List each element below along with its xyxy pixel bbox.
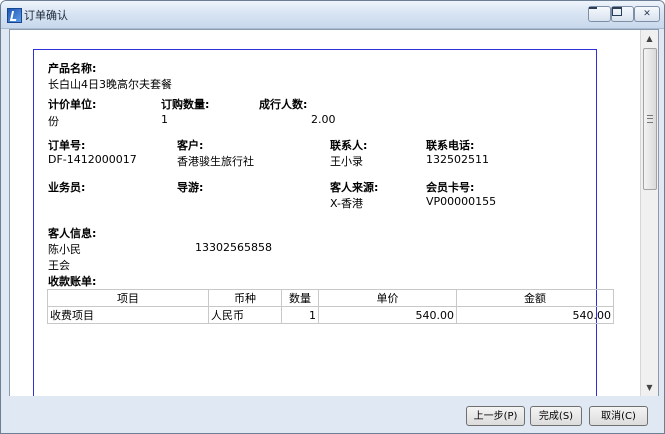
grip-icon [647,115,653,123]
column-header: 单价 [318,289,457,307]
window-title: 订单确认 [24,9,68,22]
order-page [33,49,597,397]
guest-phone: 13302565858 [195,241,272,254]
guest-info-label: 客人信息: [48,227,97,240]
vertical-scrollbar[interactable]: ▲ ▼ [640,30,658,396]
table-cell: 540.00 [318,306,457,324]
guest-name: 陈小民 [48,243,81,256]
maximize-icon [612,7,622,16]
customer-value: 香港骏生旅行社 [177,155,254,168]
column-header: 数量 [281,289,319,307]
table-cell: 1 [281,306,319,324]
source-value: X-香港 [330,197,363,210]
customer-label: 客户: [177,139,204,152]
contact-label: 联系人: [330,139,368,152]
member-value: VP00000155 [426,195,497,208]
phone-label: 联系电话: [426,139,475,152]
table-cell: 收费项目 [47,306,209,324]
product-label: 产品名称: [48,62,97,75]
people-label: 成行人数: [259,98,308,111]
finish-button[interactable]: 完成(S) [530,406,582,426]
qty-value: 1 [161,113,168,126]
qty-label: 订购数量: [161,98,210,111]
sales-label: 业务员: [48,181,86,194]
table-cell: 人民币 [208,306,282,324]
table-header-row: 项目 币种 数量 单价 金额 [47,289,614,307]
people-value: 2.00 [311,113,336,126]
column-header: 项目 [47,289,209,307]
previous-button[interactable]: 上一步(P) [466,406,525,426]
unit-value: 份 [48,115,59,128]
column-header: 币种 [208,289,282,307]
document-view[interactable]: 产品名称: 长白山4日3晚高尔夫套餐 计价单位: 订购数量: 成行人数: 份 1… [9,29,659,397]
order-no-label: 订单号: [48,139,86,152]
maximize-button[interactable] [611,6,634,22]
minimize-icon [589,7,597,9]
button-bar: 上一步(P) 完成(S) 取消(C) [1,396,664,433]
bill-label: 收款账单: [48,275,97,288]
title-bar[interactable]: 订单确认 ✕ [1,1,664,29]
scrollbar-thumb[interactable] [643,48,657,190]
table-row: 收费项目 人民币 1 540.00 540.00 [47,306,614,324]
product-name: 长白山4日3晚高尔夫套餐 [48,78,172,91]
close-button[interactable]: ✕ [634,6,660,22]
app-icon [7,8,22,23]
scroll-up-icon[interactable]: ▲ [641,30,658,47]
column-header: 金额 [456,289,614,307]
order-no-value: DF-1412000017 [48,153,137,166]
member-label: 会员卡号: [426,181,475,194]
guest-name: 王会 [48,259,70,272]
contact-value: 王小录 [330,155,363,168]
scroll-down-icon[interactable]: ▼ [641,379,658,396]
source-label: 客人来源: [330,181,379,194]
minimize-button[interactable] [588,6,611,22]
bill-table: 项目 币种 数量 单价 金额 收费项目 人民币 1 540.00 540.00 [47,289,614,324]
close-icon: ✕ [643,9,651,19]
table-cell: 540.00 [456,306,614,324]
order-confirm-window: 订单确认 ✕ 产品名称: 长白山4日3晚高尔夫套餐 计价单位: 订购数量: 成行… [0,0,665,434]
unit-label: 计价单位: [48,98,97,111]
cancel-button[interactable]: 取消(C) [589,406,648,426]
guide-label: 导游: [177,181,204,194]
phone-value: 132502511 [426,153,489,166]
